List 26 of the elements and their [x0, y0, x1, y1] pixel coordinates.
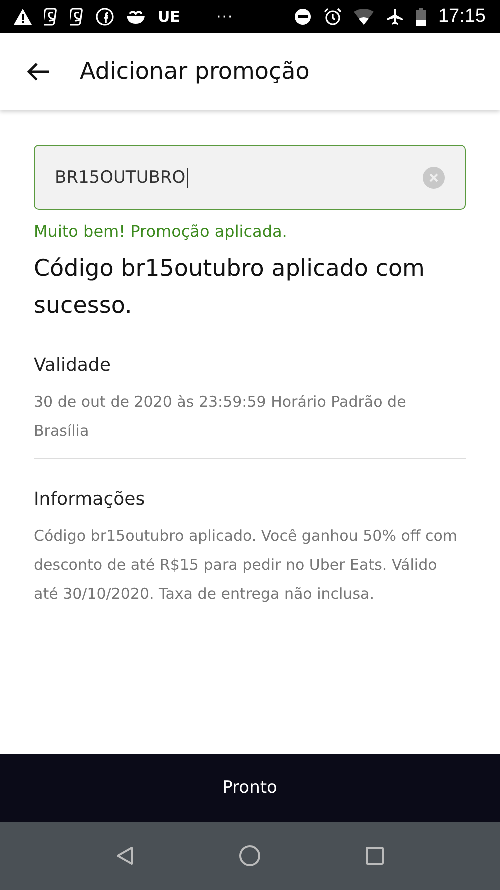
more-notifications-indicator: ··· [216, 8, 234, 26]
clock-time: 17:15 [438, 6, 486, 28]
back-icon[interactable] [115, 846, 135, 866]
wifi-icon [354, 8, 374, 24]
success-message: Muito bem! Promoção aplicada. [34, 222, 288, 241]
promo-code-field[interactable]: BR15OUTUBRO [34, 145, 466, 210]
facebook-icon [96, 8, 114, 26]
success-headline: Código br15outubro aplicado com sucesso. [34, 255, 426, 321]
section-text: Código br15outubro aplicado. Você ganhou 50% off com desconto de até R$15 para pedir no Uber Eats. Válido até 30/10/2020. Taxa de entrega não inclusa. [34, 526, 459, 605]
section-title: Informações [34, 489, 146, 510]
airplane-icon [386, 8, 404, 26]
back-arrow-icon[interactable] [26, 62, 50, 82]
app-icon [70, 8, 84, 26]
warning-icon [14, 8, 32, 24]
do-not-disturb-icon [294, 8, 312, 26]
section-title: Validade [34, 355, 112, 376]
recents-icon[interactable] [365, 846, 385, 866]
app-icon [44, 8, 58, 26]
section-text: 30 de out de 2020 às 23:59:59 Horário Padrão de Brasília [34, 392, 408, 442]
done-button[interactable]: Pronto [0, 754, 500, 822]
page-title: Adicionar promoção [80, 58, 310, 84]
home-icon[interactable] [239, 845, 261, 867]
battery-icon [416, 8, 426, 26]
status-text: UE [158, 8, 180, 26]
alarm-icon [324, 8, 342, 26]
app-icon [126, 8, 146, 24]
